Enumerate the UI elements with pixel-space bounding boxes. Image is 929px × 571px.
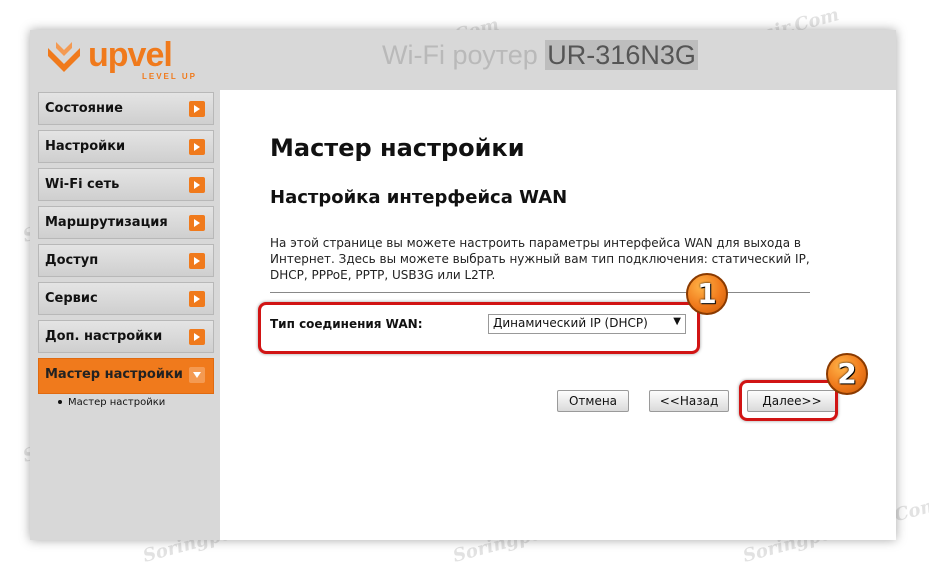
sidebar-item-wizard[interactable]: Мастер настройки xyxy=(38,358,214,394)
highlight-wan-row xyxy=(258,302,700,354)
divider xyxy=(270,292,810,293)
header: upvel LEVEL UP Wi-Fi роутер UR-316N3G xyxy=(30,30,896,88)
page-description: На этой странице вы можете настроить пар… xyxy=(270,236,810,282)
chevron-right-icon xyxy=(189,253,205,269)
main-content: Мастер настройки Настройка интерфейса WA… xyxy=(220,90,896,540)
chevron-right-icon xyxy=(189,139,205,155)
highlight-next-button xyxy=(739,380,838,421)
sidebar: Состояние Настройки Wi-Fi сеть Маршрутиз… xyxy=(38,92,214,408)
sidebar-item-label: Доп. настройки xyxy=(45,329,163,344)
step-badge-2: 2 xyxy=(826,353,868,395)
logo-text: upvel xyxy=(88,36,173,74)
chevron-right-icon xyxy=(189,215,205,231)
router-model: UR-316N3G xyxy=(545,40,698,70)
back-button[interactable]: <<Назад xyxy=(649,390,729,412)
chevron-right-icon xyxy=(189,329,205,345)
sidebar-subitem-wizard[interactable]: Мастер настройки xyxy=(58,397,214,408)
sidebar-item-label: Настройки xyxy=(45,139,126,154)
sidebar-item-wifi[interactable]: Wi-Fi сеть xyxy=(38,168,214,201)
logo-tagline: LEVEL UP xyxy=(142,72,197,81)
page-title: Мастер настройки xyxy=(270,134,525,162)
upvel-chevron-icon xyxy=(48,42,80,72)
sidebar-item-advanced[interactable]: Доп. настройки xyxy=(38,320,214,353)
sidebar-item-label: Маршрутизация xyxy=(45,215,168,230)
sidebar-item-label: Wi-Fi сеть xyxy=(45,177,120,192)
sidebar-item-service[interactable]: Сервис xyxy=(38,282,214,315)
sidebar-item-routing[interactable]: Маршрутизация xyxy=(38,206,214,239)
section-title: Настройка интерфейса WAN xyxy=(270,187,568,208)
sidebar-item-settings[interactable]: Настройки xyxy=(38,130,214,163)
router-frame: upvel LEVEL UP Wi-Fi роутер UR-316N3G Со… xyxy=(30,30,896,540)
upvel-logo[interactable]: upvel LEVEL UP xyxy=(44,36,214,82)
router-title: Wi-Fi роутер UR-316N3G xyxy=(382,40,698,71)
chevron-right-icon xyxy=(189,177,205,193)
chevron-down-icon xyxy=(189,367,205,383)
sidebar-item-label: Мастер настройки xyxy=(45,367,183,382)
router-title-prefix: Wi-Fi роутер xyxy=(382,40,546,70)
chevron-right-icon xyxy=(189,101,205,117)
chevron-right-icon xyxy=(189,291,205,307)
sidebar-item-label: Доступ xyxy=(45,253,99,268)
sidebar-subitem-label: Мастер настройки xyxy=(68,397,166,408)
bullet-icon xyxy=(58,400,62,404)
step-badge-1: 1 xyxy=(686,273,728,315)
sidebar-item-access[interactable]: Доступ xyxy=(38,244,214,277)
sidebar-item-status[interactable]: Состояние xyxy=(38,92,214,125)
cancel-button[interactable]: Отмена xyxy=(557,390,629,412)
sidebar-item-label: Сервис xyxy=(45,291,98,306)
sidebar-item-label: Состояние xyxy=(45,101,123,116)
